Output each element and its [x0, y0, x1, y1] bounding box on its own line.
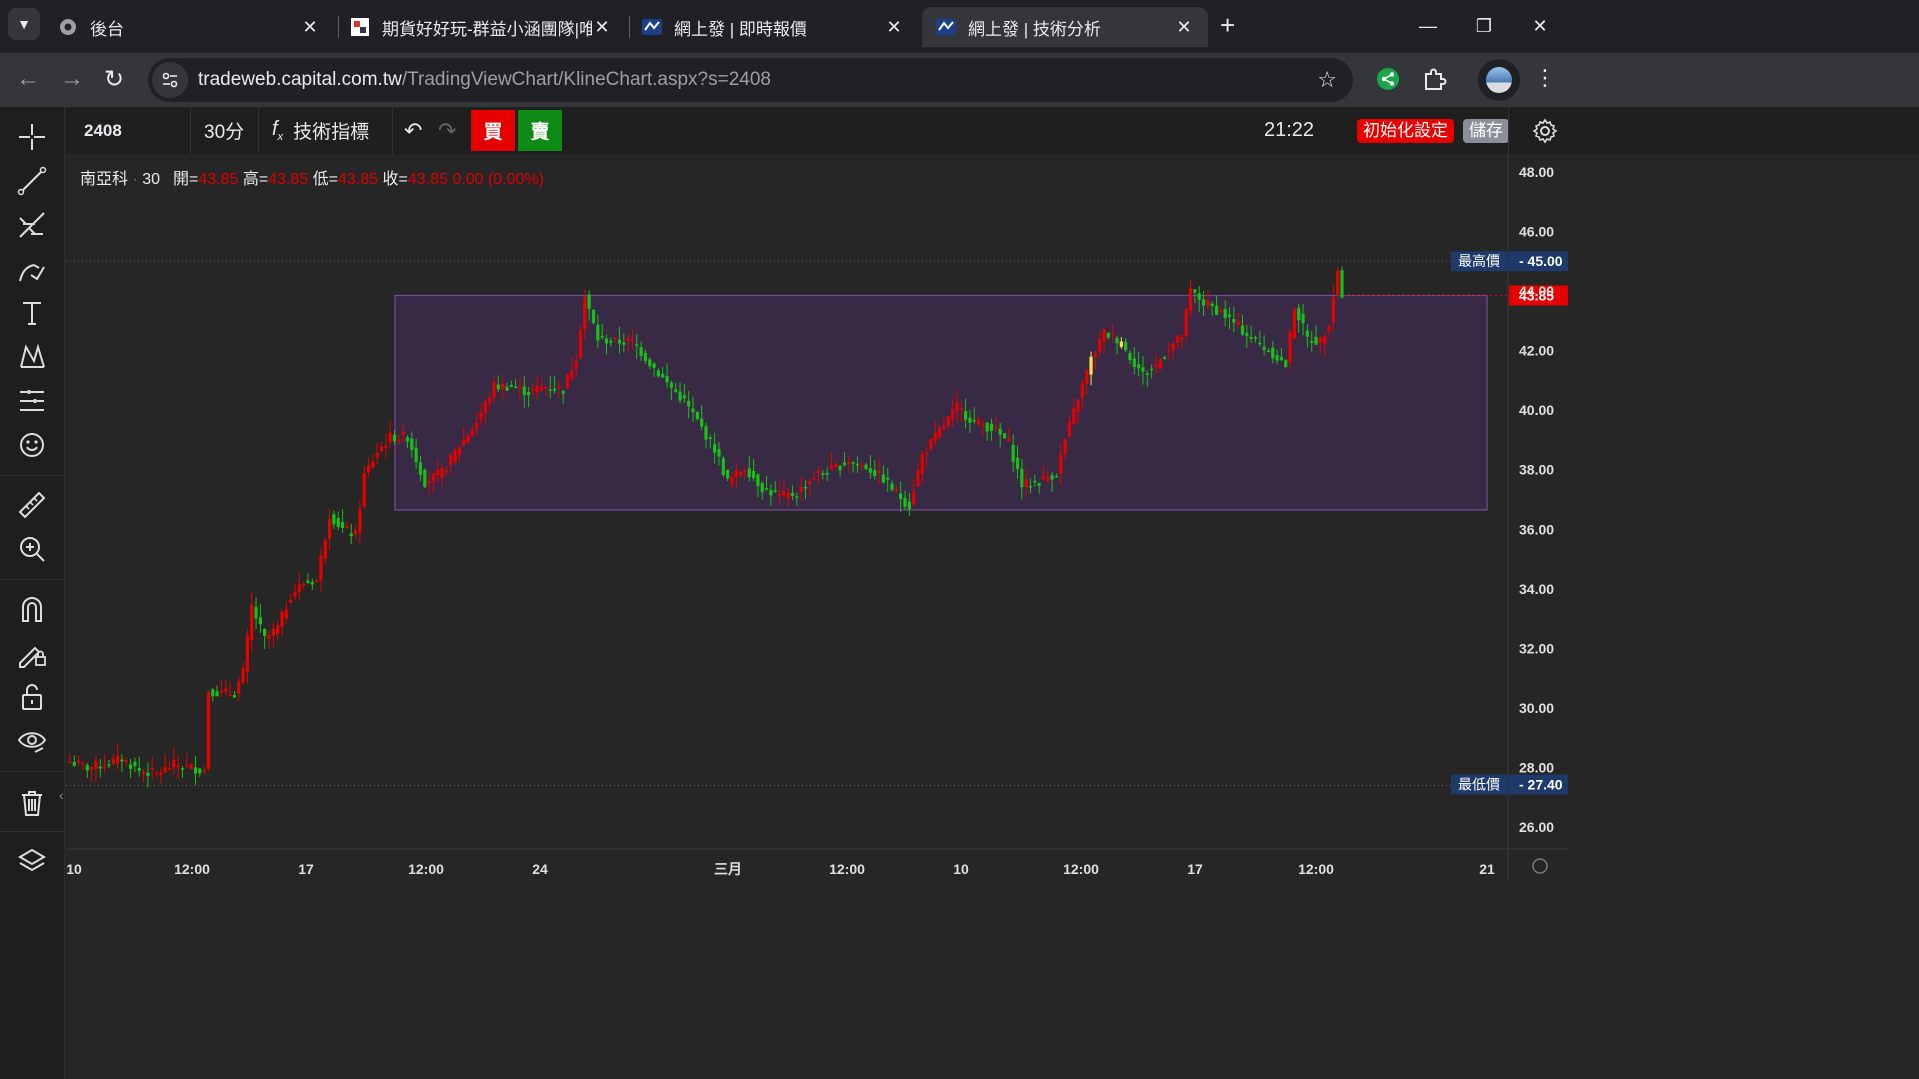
legend-symbol-name: 南亞科	[80, 171, 129, 188]
toolbar-divider	[392, 107, 393, 154]
chart-legend: 南亞科 · 30 開=43.85 高=43.85 低=43.85 收=43.85…	[80, 171, 544, 188]
toolbar-divider	[190, 107, 191, 154]
clock-time: 21:22	[1264, 119, 1315, 141]
tab-title: 網上發 | 即時報價	[674, 19, 807, 39]
legend-interval: 30	[142, 171, 161, 188]
close-icon[interactable]: ✕	[1174, 17, 1194, 38]
interval-select[interactable]: 30分	[204, 107, 244, 154]
prediction-icon[interactable]	[16, 385, 48, 417]
forward-arrow-icon[interactable]: →	[60, 65, 84, 93]
toolbar-divider	[0, 831, 64, 832]
toolbar-divider	[0, 475, 64, 476]
avatar-icon	[1486, 67, 1512, 93]
window-close-icon[interactable]: ✕	[1512, 6, 1568, 46]
browser-tab[interactable]: 後台 ✕	[44, 7, 334, 47]
extensions-puzzle-icon[interactable]	[1421, 66, 1447, 92]
site-info-icon[interactable]	[152, 62, 188, 98]
minimize-icon[interactable]: —	[1400, 6, 1456, 46]
toolbar-divider	[258, 107, 259, 154]
browser-tab[interactable]: 期貨好好玩-群益小涵團隊|唯一 ✕	[336, 7, 626, 47]
legend-close-label: 收=	[382, 171, 408, 188]
url-path: /TradingViewChart/KlineChart.aspx?s=2408	[401, 69, 771, 90]
reset-settings-button[interactable]: 初始化設定	[1357, 119, 1454, 143]
restore-icon[interactable]: ❐	[1456, 6, 1512, 46]
profile-avatar[interactable]	[1478, 59, 1520, 101]
legend-low-label: 低=	[312, 171, 339, 188]
legend-change-value: 0.00 (0.00%)	[452, 171, 544, 188]
crosshair-icon[interactable]	[16, 121, 48, 153]
text-icon[interactable]	[16, 297, 48, 329]
legend-low-value: 43.85	[338, 171, 379, 188]
new-tab-button[interactable]: +	[1220, 10, 1235, 41]
function-icon: fx	[272, 118, 284, 143]
reload-icon[interactable]: ↻	[104, 65, 124, 94]
brush-icon[interactable]	[16, 253, 48, 285]
toolbar-divider	[0, 771, 64, 772]
legend-open-label: 開=	[172, 171, 199, 188]
legend-high-value: 43.85	[268, 171, 309, 188]
unlock-icon[interactable]	[16, 681, 48, 713]
close-icon[interactable]: ✕	[300, 17, 320, 38]
tab-search-button[interactable]: ▼	[8, 8, 40, 40]
trend-line-icon[interactable]	[16, 165, 48, 197]
magnet-icon[interactable]	[16, 593, 48, 625]
browser-tab-active[interactable]: 網上發 | 技術分析 ✕	[922, 7, 1208, 47]
symbol-code: 2408	[84, 120, 122, 140]
more-menu-icon[interactable]: ⋮	[1534, 65, 1556, 91]
address-bar[interactable]: tradeweb.capital.com.tw/TradingViewChart…	[148, 58, 1353, 102]
ruler-icon[interactable]	[16, 489, 48, 521]
interval-value: 30分	[204, 122, 245, 143]
tab-title: 期貨好好玩-群益小涵團隊|唯一	[382, 19, 592, 39]
browser-toolbar: ← → ↻ tradeweb.capital.com.tw/TradingVie…	[0, 53, 1919, 107]
save-button[interactable]: 儲存	[1463, 119, 1509, 143]
toolbar-divider	[0, 579, 64, 580]
fib-retracement-icon[interactable]	[16, 209, 48, 241]
chart-toolbar: 2408 30分 fx 技術指標 ↶ ↷ 買 賣 21:22 初始化設定 儲存	[66, 107, 1919, 154]
legend-close-value: 43.85	[407, 171, 448, 188]
chart-settings-icon[interactable]	[1532, 107, 1558, 154]
legend-high-label: 高=	[242, 171, 269, 188]
url-text: tradeweb.capital.com.tw/TradingViewChart…	[198, 69, 771, 91]
symbol-search[interactable]: 2408	[84, 107, 122, 154]
indicators-label: 技術指標	[293, 122, 370, 143]
browser-tab-strip: ▼ 後台 ✕ 期貨好好玩-群益小涵團隊|唯一 ✕ 網上發 | 即時報價 ✕ 網上…	[0, 0, 1919, 53]
gear-icon	[60, 19, 76, 35]
layers-icon[interactable]	[16, 845, 48, 877]
tab-title: 網上發 | 技術分析	[968, 19, 1101, 39]
close-icon[interactable]: ✕	[884, 17, 904, 38]
eye-icon[interactable]	[16, 725, 48, 757]
tab-title: 後台	[90, 19, 124, 39]
emoji-icon[interactable]	[16, 429, 48, 461]
drawing-toolbar	[0, 107, 65, 1079]
buy-button[interactable]: 買	[471, 110, 515, 151]
indicators-button[interactable]: fx 技術指標	[272, 107, 369, 154]
pattern-icon[interactable]	[16, 341, 48, 373]
share-extension-icon[interactable]	[1376, 67, 1400, 91]
capital-logo-icon	[936, 19, 956, 35]
chevron-down-icon: ▼	[17, 16, 31, 32]
back-arrow-icon[interactable]: ←	[16, 65, 40, 93]
browser-tab[interactable]: 網上發 | 即時報價 ✕	[628, 7, 918, 47]
sell-button[interactable]: 賣	[518, 110, 562, 151]
bookmark-star-icon[interactable]: ☆	[1317, 67, 1337, 93]
undo-icon[interactable]: ↶	[404, 107, 422, 154]
toolbar-divider	[1508, 107, 1509, 154]
trash-icon[interactable]	[16, 787, 48, 819]
close-icon[interactable]: ✕	[592, 17, 612, 38]
url-host: tradeweb.capital.com.tw	[198, 69, 402, 90]
redo-icon[interactable]: ↷	[438, 107, 456, 154]
favicon-icon	[351, 18, 369, 36]
legend-open-value: 43.85	[198, 171, 239, 188]
zoom-in-icon[interactable]	[16, 533, 48, 565]
trading-chart-app: 2408 30分 fx 技術指標 ↶ ↷ 買 賣 21:22 初始化設定 儲存	[0, 107, 1919, 1079]
capital-logo-icon	[642, 19, 662, 35]
lock-drawing-icon[interactable]	[16, 637, 48, 669]
